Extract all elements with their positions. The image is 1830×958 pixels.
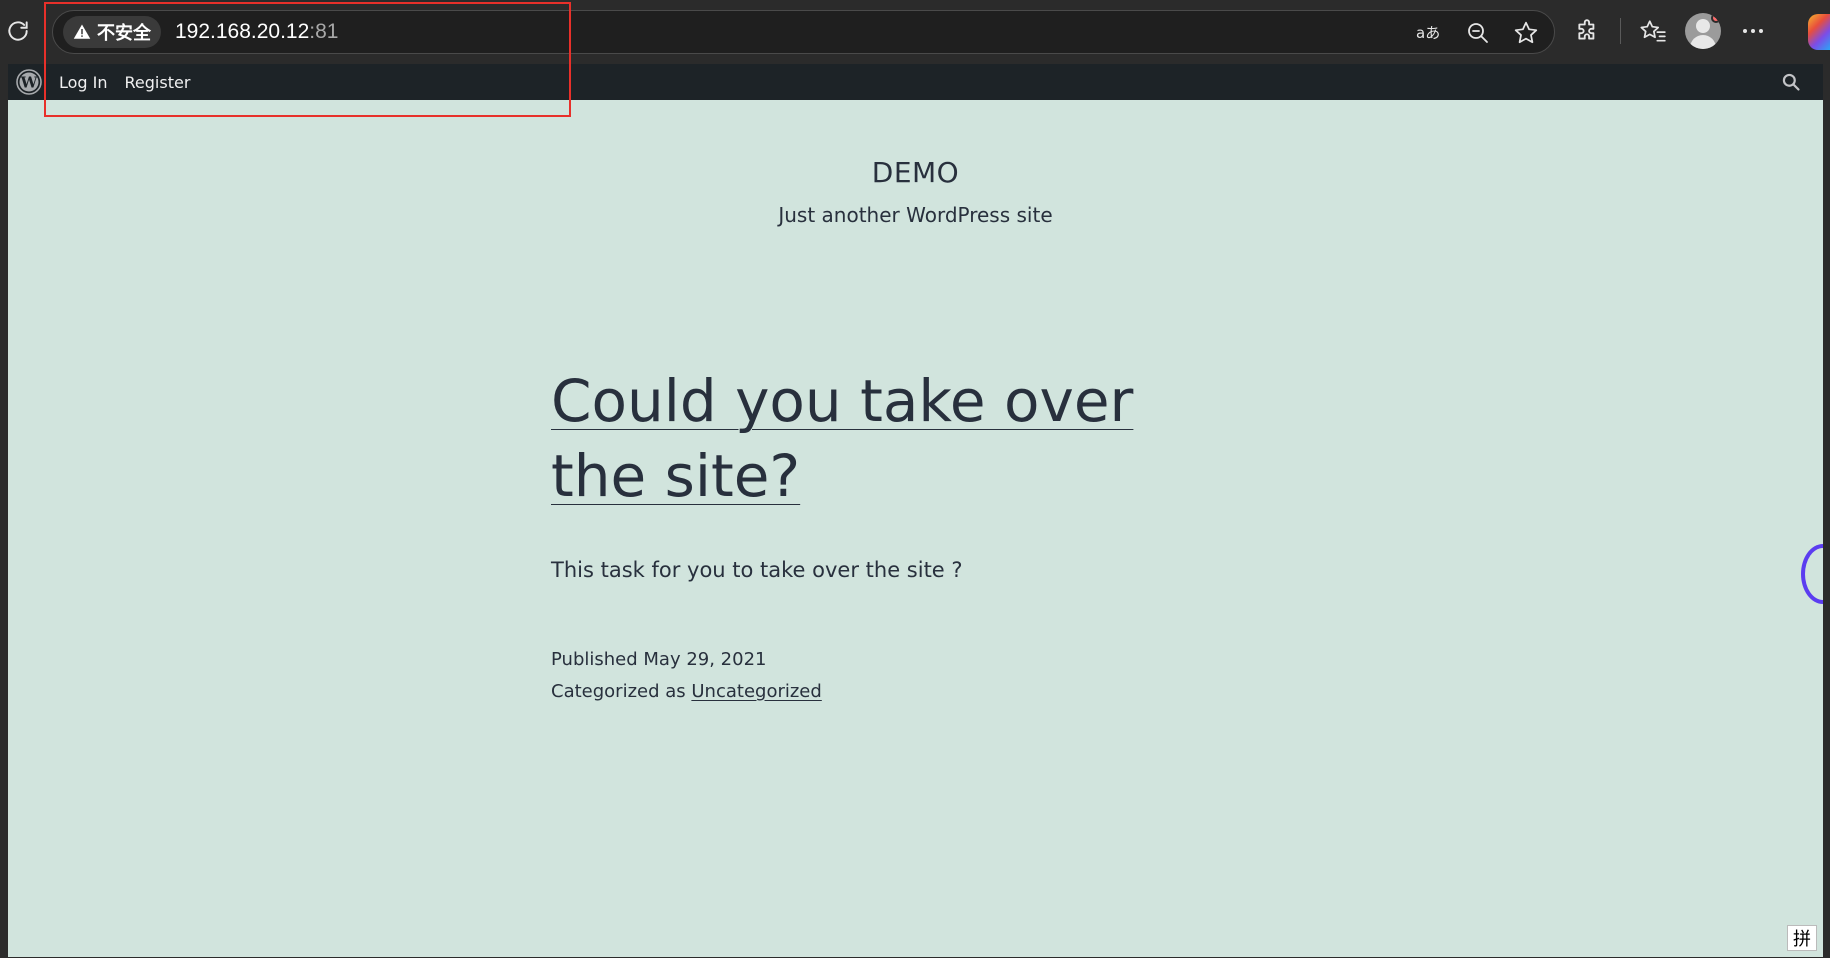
profile-avatar-icon <box>1685 13 1721 49</box>
favorite-button[interactable] <box>1508 15 1544 51</box>
post-article: Could you take over the site? This task … <box>551 364 1191 708</box>
sidebar-assistant-icon[interactable] <box>1801 544 1823 604</box>
page-viewport: W Log In Register DEMO Just another Word… <box>8 64 1823 957</box>
extensions-button[interactable] <box>1570 13 1606 49</box>
toolbar-divider <box>1620 18 1621 44</box>
url-port: :81 <box>309 20 339 43</box>
admin-search-button[interactable] <box>1781 72 1801 97</box>
post-content: This task for you to take over the site … <box>551 558 963 582</box>
reload-icon <box>8 21 28 41</box>
ime-indicator[interactable]: 拼 <box>1787 925 1817 951</box>
favorite-star-icon <box>1514 21 1538 44</box>
more-button[interactable] <box>1735 13 1771 49</box>
search-icon <box>1782 73 1800 91</box>
url-host: 192.168.20.12 <box>175 20 310 43</box>
site-title[interactable]: DEMO <box>8 156 1823 189</box>
login-link[interactable]: Log In <box>59 73 108 92</box>
read-aloud-icon: aあ <box>1416 24 1440 42</box>
address-bar[interactable]: 不安全 192.168.20.12:81 aあ <box>52 10 1555 54</box>
copilot-icon[interactable] <box>1808 14 1830 50</box>
profile-button[interactable] <box>1685 13 1721 49</box>
wp-admin-bar: W Log In Register <box>8 64 1823 100</box>
favorites-icon <box>1640 20 1666 42</box>
post-title: Could you take over the site? <box>551 364 1191 514</box>
warning-icon <box>73 24 91 39</box>
svg-text:W: W <box>20 74 39 92</box>
extensions-icon <box>1578 19 1595 40</box>
post-meta: Published May 29, 2021 Categorized as Un… <box>551 644 1191 708</box>
security-indicator[interactable]: 不安全 <box>63 16 161 48</box>
zoom-out-icon <box>1468 23 1488 43</box>
browser-toolbar: 不安全 192.168.20.12:81 aあ <box>0 0 1830 64</box>
zoom-out-button[interactable] <box>1460 15 1496 51</box>
reload-button[interactable] <box>0 13 36 49</box>
post-category-line: Categorized as Uncategorized <box>551 676 1191 708</box>
category-link[interactable]: Uncategorized <box>691 681 821 702</box>
favorites-button[interactable] <box>1635 13 1671 49</box>
post-title-link[interactable]: Could you take over the site? <box>551 367 1133 510</box>
svg-text:aあ: aあ <box>1416 24 1440 42</box>
more-icon <box>1743 29 1763 33</box>
wordpress-logo-icon[interactable]: W <box>16 69 42 95</box>
read-aloud-button[interactable]: aあ <box>1412 15 1448 51</box>
site-tagline: Just another WordPress site <box>778 203 1053 227</box>
site-header: DEMO Just another WordPress site <box>8 156 1823 227</box>
security-label: 不安全 <box>97 23 151 44</box>
url-text[interactable]: 192.168.20.12:81 <box>175 20 339 44</box>
register-link[interactable]: Register <box>125 73 191 92</box>
post-published-date: Published May 29, 2021 <box>551 649 767 670</box>
category-prefix: Categorized as <box>551 681 692 702</box>
